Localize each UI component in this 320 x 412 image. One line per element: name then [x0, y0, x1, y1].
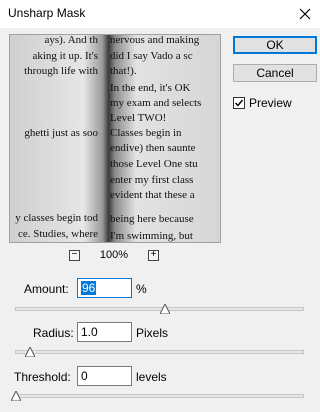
book-text-line: aking it up. It's	[32, 50, 98, 62]
book-text-line: ce. Studies, where	[18, 228, 98, 240]
radius-slider-thumb[interactable]	[25, 347, 36, 357]
book-text-line: Level TWO!	[110, 112, 166, 124]
book-text-line: Classes begin in	[110, 127, 182, 139]
threshold-field[interactable]: 0	[77, 366, 132, 386]
zoom-out-button[interactable]: −	[68, 249, 80, 261]
ok-button-label: OK	[266, 38, 284, 52]
amount-slider-track[interactable]	[15, 304, 304, 314]
cancel-button[interactable]: Cancel	[233, 64, 317, 82]
amount-unit: %	[136, 282, 147, 296]
title-bar: Unsharp Mask	[0, 0, 320, 28]
amount-field[interactable]: 96	[77, 278, 132, 298]
preview-checkbox-row[interactable]: Preview	[233, 96, 292, 110]
book-text-line: did I say Vado a sc	[110, 50, 193, 62]
radius-slider-track[interactable]	[15, 347, 304, 357]
radius-unit: Pixels	[136, 326, 169, 340]
book-text-line: endive) then saunte	[110, 142, 196, 154]
radius-field[interactable]: 1.0	[77, 322, 132, 342]
book-text-line: I'm swimming, but	[110, 230, 193, 242]
amount-slider-thumb[interactable]	[160, 304, 171, 314]
book-text-line: In the end, it's OK	[110, 82, 191, 94]
amount-label: Amount:	[24, 282, 69, 296]
zoom-in-button[interactable]: +	[148, 249, 160, 261]
threshold-slider-thumb[interactable]	[11, 391, 21, 401]
book-text-line: those Level One stu	[110, 158, 198, 170]
close-icon	[299, 8, 311, 20]
threshold-value: 0	[81, 369, 88, 383]
book-text-line: through life with	[24, 65, 98, 77]
book-text-line: enter my first class	[110, 174, 193, 186]
book-text-line: ghetti just as soo	[24, 127, 98, 139]
zoom-controls: − 100% +	[9, 249, 219, 261]
radius-value: 1.0	[81, 325, 98, 339]
preview-checkbox-label: Preview	[249, 96, 292, 110]
threshold-unit: levels	[136, 370, 167, 384]
book-text-line: ays). And th	[45, 35, 99, 46]
threshold-label: Threshold:	[14, 370, 71, 384]
check-icon	[235, 99, 244, 107]
window-title: Unsharp Mask	[8, 6, 86, 20]
book-text-line: my exam and selects	[110, 97, 201, 109]
cancel-button-label: Cancel	[256, 66, 294, 80]
close-button[interactable]	[290, 0, 320, 28]
zoom-level: 100%	[99, 249, 129, 261]
radius-label: Radius:	[33, 326, 74, 340]
minus-icon: −	[71, 249, 78, 260]
preview-image[interactable]: ays). And th aking it up. It's through lif…	[9, 34, 221, 243]
preview-checkbox[interactable]	[233, 97, 245, 109]
book-text-line: nervous and making	[110, 35, 200, 46]
ok-button[interactable]: OK	[233, 36, 317, 54]
plus-icon: +	[150, 249, 157, 260]
book-text-line: y classes begin tod	[15, 212, 98, 224]
book-text-line: that!).	[110, 65, 137, 77]
book-text-line: evident that these a	[110, 189, 195, 201]
book-text-line: being here because	[110, 213, 194, 225]
threshold-slider-track[interactable]	[11, 391, 304, 401]
amount-value: 96	[81, 281, 97, 295]
